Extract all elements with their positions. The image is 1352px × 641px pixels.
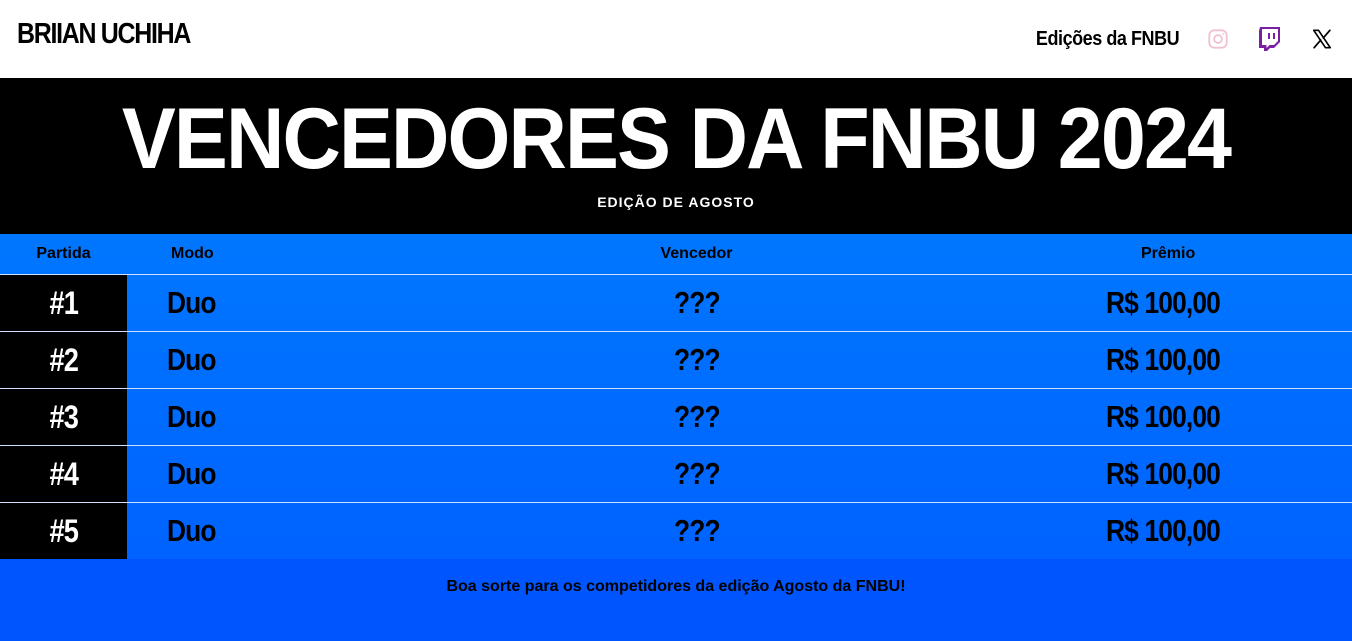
table-row: #4 Duo ??? R$ 100,00 xyxy=(0,445,1352,503)
match-mode: Duo xyxy=(127,274,287,332)
match-number-text: #1 xyxy=(49,284,78,321)
match-prize: R$ 100,00 xyxy=(1106,388,1352,446)
match-prize-text: R$ 100,00 xyxy=(1106,342,1221,377)
match-number-text: #3 xyxy=(49,398,78,435)
match-mode: Duo xyxy=(127,445,287,503)
match-winner-text: ??? xyxy=(673,399,721,434)
table-row: #1 Duo ??? R$ 100,00 xyxy=(0,274,1352,332)
match-number: #3 xyxy=(0,388,127,446)
match-winner: ??? xyxy=(287,503,1106,560)
column-header-partida: Partida xyxy=(0,234,127,275)
winners-table: Partida Modo Vencedor Prêmio #1 Duo ??? … xyxy=(0,234,1352,559)
good-luck-message: Boa sorte para os competidores da edição… xyxy=(446,578,906,595)
match-winner-text: ??? xyxy=(673,456,721,491)
match-number: #5 xyxy=(0,502,127,559)
top-bar: BRIIAN UCHIHA Edições da FNBU xyxy=(0,0,1352,78)
match-prize-text: R$ 100,00 xyxy=(1106,285,1221,320)
match-prize: R$ 100,00 xyxy=(1106,503,1352,560)
match-winner-text: ??? xyxy=(673,285,721,320)
table-row: #5 Duo ??? R$ 100,00 xyxy=(0,502,1352,560)
match-prize: R$ 100,00 xyxy=(1106,331,1352,389)
match-number: #1 xyxy=(0,274,127,332)
page-title: VENCEDORES DA FNBU 2024 xyxy=(121,91,1232,187)
match-prize: R$ 100,00 xyxy=(1106,445,1352,503)
column-header-vencedor: Vencedor xyxy=(287,234,1106,275)
match-winner: ??? xyxy=(287,445,1106,503)
match-number: #2 xyxy=(0,331,127,389)
match-prize-text: R$ 100,00 xyxy=(1106,513,1221,548)
table-header-row: Partida Modo Vencedor Prêmio xyxy=(0,234,1352,275)
match-number-text: #4 xyxy=(49,455,78,492)
nav-link-editions[interactable]: Edições da FNBU xyxy=(1036,28,1180,51)
match-mode-text: Duo xyxy=(167,456,217,491)
hero-banner: VENCEDORES DA FNBU 2024 EDIÇÃO DE AGOSTO xyxy=(0,78,1352,234)
x-icon[interactable] xyxy=(1309,26,1335,52)
instagram-icon[interactable] xyxy=(1205,26,1231,52)
footer: Boa sorte para os competidores da edição… xyxy=(0,559,1352,641)
match-prize-text: R$ 100,00 xyxy=(1106,456,1221,491)
match-winner-text: ??? xyxy=(673,342,721,377)
table-row: #3 Duo ??? R$ 100,00 xyxy=(0,388,1352,446)
column-header-modo: Modo xyxy=(127,234,287,275)
match-mode-text: Duo xyxy=(167,285,217,320)
twitch-icon[interactable] xyxy=(1257,26,1283,52)
match-winner: ??? xyxy=(287,331,1106,389)
table-row: #2 Duo ??? R$ 100,00 xyxy=(0,331,1352,389)
match-prize-text: R$ 100,00 xyxy=(1106,399,1221,434)
match-number: #4 xyxy=(0,445,127,503)
match-prize: R$ 100,00 xyxy=(1106,274,1352,332)
match-mode-text: Duo xyxy=(167,342,217,377)
brand-logo[interactable]: BRIIAN UCHIHA xyxy=(17,18,191,51)
match-number-text: #5 xyxy=(49,512,78,549)
match-winner-text: ??? xyxy=(673,513,721,548)
match-winner: ??? xyxy=(287,388,1106,446)
winners-table-section: Partida Modo Vencedor Prêmio #1 Duo ??? … xyxy=(0,234,1352,559)
match-winner: ??? xyxy=(287,274,1106,332)
top-nav: Edições da FNBU xyxy=(1020,0,1352,78)
edition-subtitle: EDIÇÃO DE AGOSTO xyxy=(597,194,755,210)
match-mode: Duo xyxy=(127,388,287,446)
column-header-premio: Prêmio xyxy=(1106,234,1352,275)
match-mode-text: Duo xyxy=(167,399,217,434)
match-mode: Duo xyxy=(127,503,287,560)
match-mode-text: Duo xyxy=(167,513,217,548)
match-number-text: #2 xyxy=(49,341,78,378)
match-mode: Duo xyxy=(127,331,287,389)
